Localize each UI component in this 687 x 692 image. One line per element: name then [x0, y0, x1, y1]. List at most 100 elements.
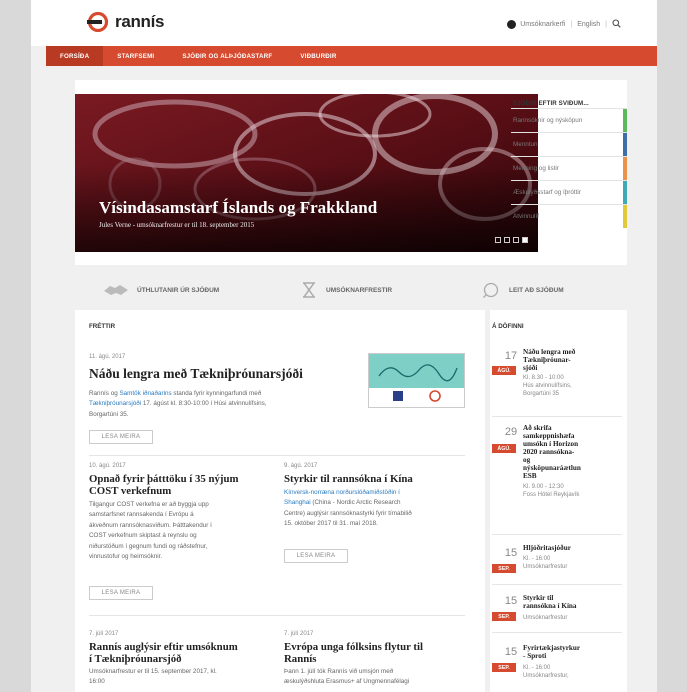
news-excerpt: Kínversk-norræna norðurslóðamiðstöðin í … — [284, 488, 474, 530]
excerpt-line: Centre) auglýsir rannsóknastyrki fyrir t… — [284, 509, 412, 517]
title-line: umsókn í Horizon — [523, 439, 579, 448]
title-line: Styrkir til — [523, 594, 554, 602]
news-title[interactable]: Náðu lengra með Tækniþróunarsjóði — [89, 366, 303, 381]
slider-dot[interactable] — [504, 237, 510, 243]
nav-item-about[interactable]: STARFSEMI — [103, 46, 168, 66]
excerpt-text: standa fyrir kynningarfundi með — [171, 390, 262, 397]
event-title[interactable]: Styrkir til rannsókna í Kína — [523, 594, 625, 611]
news-title[interactable]: Evrópa unga fólksins flytur til Rannís — [284, 641, 474, 665]
event-day: 15 — [504, 547, 518, 559]
excerpt-line: samstarfsnet rannsakenda í Evrópu á — [89, 511, 194, 519]
excerpt-line: vinnustofur og heimsóknir. — [89, 552, 163, 560]
read-more-button[interactable]: LESA MEIRA — [89, 586, 153, 600]
news-heading: FRÉTTIR — [89, 323, 116, 330]
detail-line: Hús atvinnulífsins, — [523, 383, 572, 390]
event-month-badge: ÁGÚ. — [492, 444, 516, 453]
title-line: Opnað fyrir þátttöku í 35 nýjum — [89, 473, 239, 485]
event-month-badge: SEP. — [492, 564, 516, 573]
nav-item-home[interactable]: FORSÍÐA — [46, 46, 104, 66]
fund-label: Atvinnulíf — [513, 213, 539, 220]
fund-item-youth[interactable]: Æskulýðsstarf og íþróttir — [511, 180, 627, 204]
title-line: sjóði — [523, 363, 538, 372]
title-line: samkeppnishæfa — [523, 431, 575, 440]
application-system-link[interactable]: Umsóknarkerfi — [520, 21, 565, 28]
rannis-logo-icon — [85, 12, 111, 32]
utility-separator: | — [570, 21, 573, 28]
detail-line: Foss Hótel Reykjavík — [523, 492, 580, 499]
news-title[interactable]: Rannís auglýsir eftir umsóknum í Tækniþró… — [89, 641, 284, 665]
event-title[interactable]: Fyrirtækjastyrkur - Sproti — [523, 644, 625, 661]
excerpt-line: Tilgangur COST verkefna er að byggja upp — [89, 501, 209, 508]
news-date: 7. júlí 2017 — [284, 631, 314, 637]
divider — [492, 632, 622, 633]
divider — [492, 534, 622, 535]
detail-line: Kl. - 16:00 — [523, 665, 551, 671]
detail-line: Umsóknarfrestur — [523, 564, 568, 571]
event-day: 29 — [504, 426, 518, 438]
nav-item-funds[interactable]: SJÓÐIR OG ALÞJÓÐASTARF — [168, 46, 286, 66]
english-link[interactable]: English — [577, 21, 600, 28]
excerpt-text: Borgartúni 35. — [89, 410, 129, 418]
slider-dot[interactable] — [495, 237, 501, 243]
event-title[interactable]: Að skrifa samkeppnishæfa umsókn í Horizo… — [523, 424, 625, 480]
search-funds-link[interactable]: LEIT AÐ SJÓÐUM — [483, 282, 564, 298]
title-line: Fyrirtækjastyrkur — [523, 644, 581, 652]
grants-link[interactable]: ÚTHLUTANIR ÚR SJÓÐUM — [103, 282, 219, 298]
fund-label: Æskulýðsstarf og íþróttir — [513, 189, 581, 196]
search-icon[interactable] — [612, 19, 621, 30]
event-details: Kl. - 16:00 Umsóknarfrestur, — [523, 664, 625, 680]
divider — [89, 455, 465, 456]
logo-text: rannís — [115, 12, 165, 31]
nav-item-events[interactable]: VIÐBURÐIR — [286, 46, 350, 66]
excerpt-link[interactable]: Kínversk-norræna norðurslóðamiðstöðin í — [284, 489, 400, 496]
fund-item-business[interactable]: Atvinnulíf — [511, 204, 627, 228]
main-nav: FORSÍÐA STARFSEMI SJÓÐIR OG ALÞJÓÐASTARF… — [46, 46, 657, 66]
deadlines-label: UMSÓKNARFRESTIR — [326, 286, 393, 294]
event-title[interactable]: Náðu lengra með Tækniþróunar-sjóði — [523, 348, 625, 373]
read-more-button[interactable]: LESA MEIRA — [89, 430, 153, 444]
news-thumbnail[interactable] — [368, 353, 465, 408]
hero-subtitle: Jules Verne - umsóknarfrestur er til 18.… — [99, 221, 255, 229]
color-bar — [623, 205, 627, 228]
news-title[interactable]: Opnað fyrir þátttöku í 35 nýjum COST verk… — [89, 473, 284, 497]
fund-item-research[interactable]: Rannsóknir og nýsköpun — [511, 108, 627, 132]
news-title[interactable]: Styrkir til rannsókna í Kína — [284, 473, 474, 485]
title-line: nýsköpunaráætlun — [523, 463, 581, 472]
excerpt-line: ákveðnum rannsóknasviðum. Þátttakendur í — [89, 521, 212, 529]
funds-by-field: SJÓÐIR EFTIR SVIÐUM... Rannsóknir og nýs… — [511, 94, 627, 252]
hero-slider[interactable]: Vísindasamstarf Íslands og Frakkland Jul… — [75, 94, 538, 252]
title-line: Að skrifa — [523, 424, 552, 432]
title-line: Náðu lengra með — [523, 348, 576, 356]
divider — [492, 416, 622, 417]
detail-line: Kl. - 16:00 — [523, 556, 551, 562]
site-logo[interactable]: rannís — [85, 12, 165, 32]
deadlines-link[interactable]: UMSÓKNARFRESTIR — [300, 282, 392, 298]
event-details: Kl. 8.30 - 10:00 Hús atvinnulífsins, Borga… — [523, 374, 625, 398]
detail-line: Kl. 9.00 - 12:30 — [523, 484, 564, 490]
fund-label: Menntun — [513, 141, 538, 148]
fund-item-education[interactable]: Menntun — [511, 132, 627, 156]
news-section: FRÉTTIR 11. ágú. 2017 Náðu lengra með Tæ… — [75, 310, 485, 692]
title-line: í Tækniþróunarsjóð — [89, 653, 182, 666]
top-bar: rannís Umsóknarkerfi | English | — [31, 0, 657, 46]
event-month-badge: SEP. — [492, 663, 516, 672]
hero-title[interactable]: Vísindasamstarf Íslands og Frakkland — [99, 198, 377, 218]
excerpt-link[interactable]: Samtök iðnaðarins — [119, 390, 171, 397]
news-excerpt: Þann 1. júlí tók Rannís við umsjón með æ… — [284, 667, 474, 688]
excerpt-link[interactable]: Shanghai — [284, 499, 311, 506]
event-details: Kl. 9.00 - 12:30 Foss Hótel Reykjavík — [523, 483, 625, 499]
application-system-icon — [507, 20, 517, 29]
excerpt-link[interactable]: Tækniþróunarsjóði — [89, 400, 141, 407]
event-day: 15 — [504, 646, 518, 658]
title-line: COST verkefnum — [89, 485, 172, 498]
magnifier-icon — [483, 282, 499, 298]
news-date: 10. ágú. 2017 — [89, 463, 126, 469]
event-title[interactable]: Hljóðritasjóður — [523, 544, 625, 553]
excerpt-line: (China - Nordic Arctic Research — [310, 499, 401, 507]
funds-heading: SJÓÐIR EFTIR SVIÐUM... — [513, 100, 589, 107]
fund-item-culture[interactable]: Menning og listir — [511, 156, 627, 180]
utility-separator: | — [605, 21, 607, 28]
read-more-button[interactable]: LESA MEIRA — [284, 549, 348, 563]
excerpt-line: æskulýðshluta Erasmus+ af Ungmennafélagi — [284, 678, 410, 686]
title-line: Rannís — [284, 653, 317, 666]
